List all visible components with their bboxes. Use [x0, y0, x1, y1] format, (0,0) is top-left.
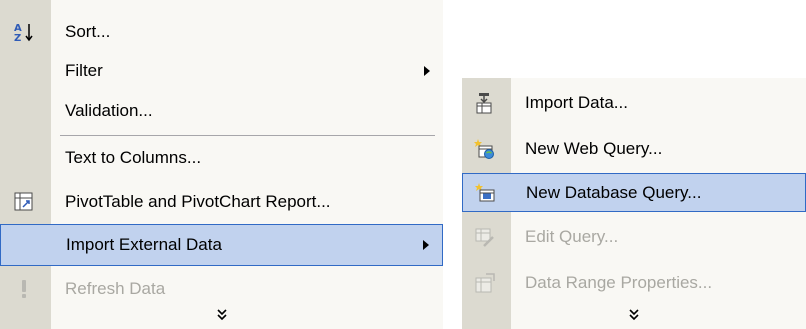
menu-item-label: Filter: [65, 61, 103, 80]
sort-az-icon: A Z: [13, 21, 35, 43]
menu-item-import-external-data[interactable]: Import External Data: [0, 224, 443, 266]
database-query-icon: [475, 182, 497, 204]
edit-query-icon: [474, 226, 496, 248]
menu-item-label: PivotTable and PivotChart Report...: [65, 192, 331, 211]
menu-item-refresh-data[interactable]: Refresh Data: [0, 270, 443, 308]
expand-menu-chevron-icon[interactable]: [216, 309, 228, 324]
svg-text:Z: Z: [14, 33, 21, 43]
menu-item-label: Validation...: [65, 101, 153, 120]
submenu-arrow-icon: [424, 66, 430, 76]
web-query-icon: [474, 138, 496, 160]
menu-item-data-range-properties[interactable]: Data Range Properties...: [462, 262, 806, 304]
import-external-data-submenu: Import Data... New Web Query... New Data…: [462, 78, 806, 329]
menu-item-sort[interactable]: A Z Sort...: [0, 12, 443, 52]
menu-item-label: Edit Query...: [525, 227, 619, 246]
menu-item-validation[interactable]: Validation...: [0, 90, 443, 132]
pivottable-icon: [13, 191, 35, 213]
import-data-icon: [474, 92, 496, 114]
menu-item-label: Text to Columns...: [65, 148, 202, 167]
menu-separator: [60, 135, 435, 136]
menu-item-pivottable[interactable]: PivotTable and PivotChart Report...: [0, 182, 443, 222]
menu-item-label: Refresh Data: [65, 279, 166, 298]
menu-item-label: Sort...: [65, 22, 111, 41]
menu-item-label: Import External Data: [66, 235, 222, 254]
menu-item-new-database-query[interactable]: New Database Query...: [462, 173, 806, 212]
menu-item-label: Data Range Properties...: [525, 273, 713, 292]
menu-item-import-data[interactable]: Import Data...: [462, 82, 806, 124]
data-menu: A Z Sort... Filter Validation... Text to…: [0, 0, 443, 329]
expand-menu-chevron-icon[interactable]: [628, 309, 640, 324]
submenu-arrow-icon: [423, 240, 429, 250]
menu-item-label: New Web Query...: [525, 139, 663, 158]
menu-item-new-web-query[interactable]: New Web Query...: [462, 128, 806, 170]
menu-item-label: New Database Query...: [526, 182, 702, 202]
data-range-properties-icon: [474, 272, 496, 294]
menu-item-label: Import Data...: [525, 93, 628, 112]
menu-item-edit-query[interactable]: Edit Query...: [462, 216, 806, 258]
menu-item-filter[interactable]: Filter: [0, 52, 443, 90]
refresh-exclamation-icon: [13, 278, 35, 300]
menu-item-text-to-columns[interactable]: Text to Columns...: [0, 138, 443, 178]
